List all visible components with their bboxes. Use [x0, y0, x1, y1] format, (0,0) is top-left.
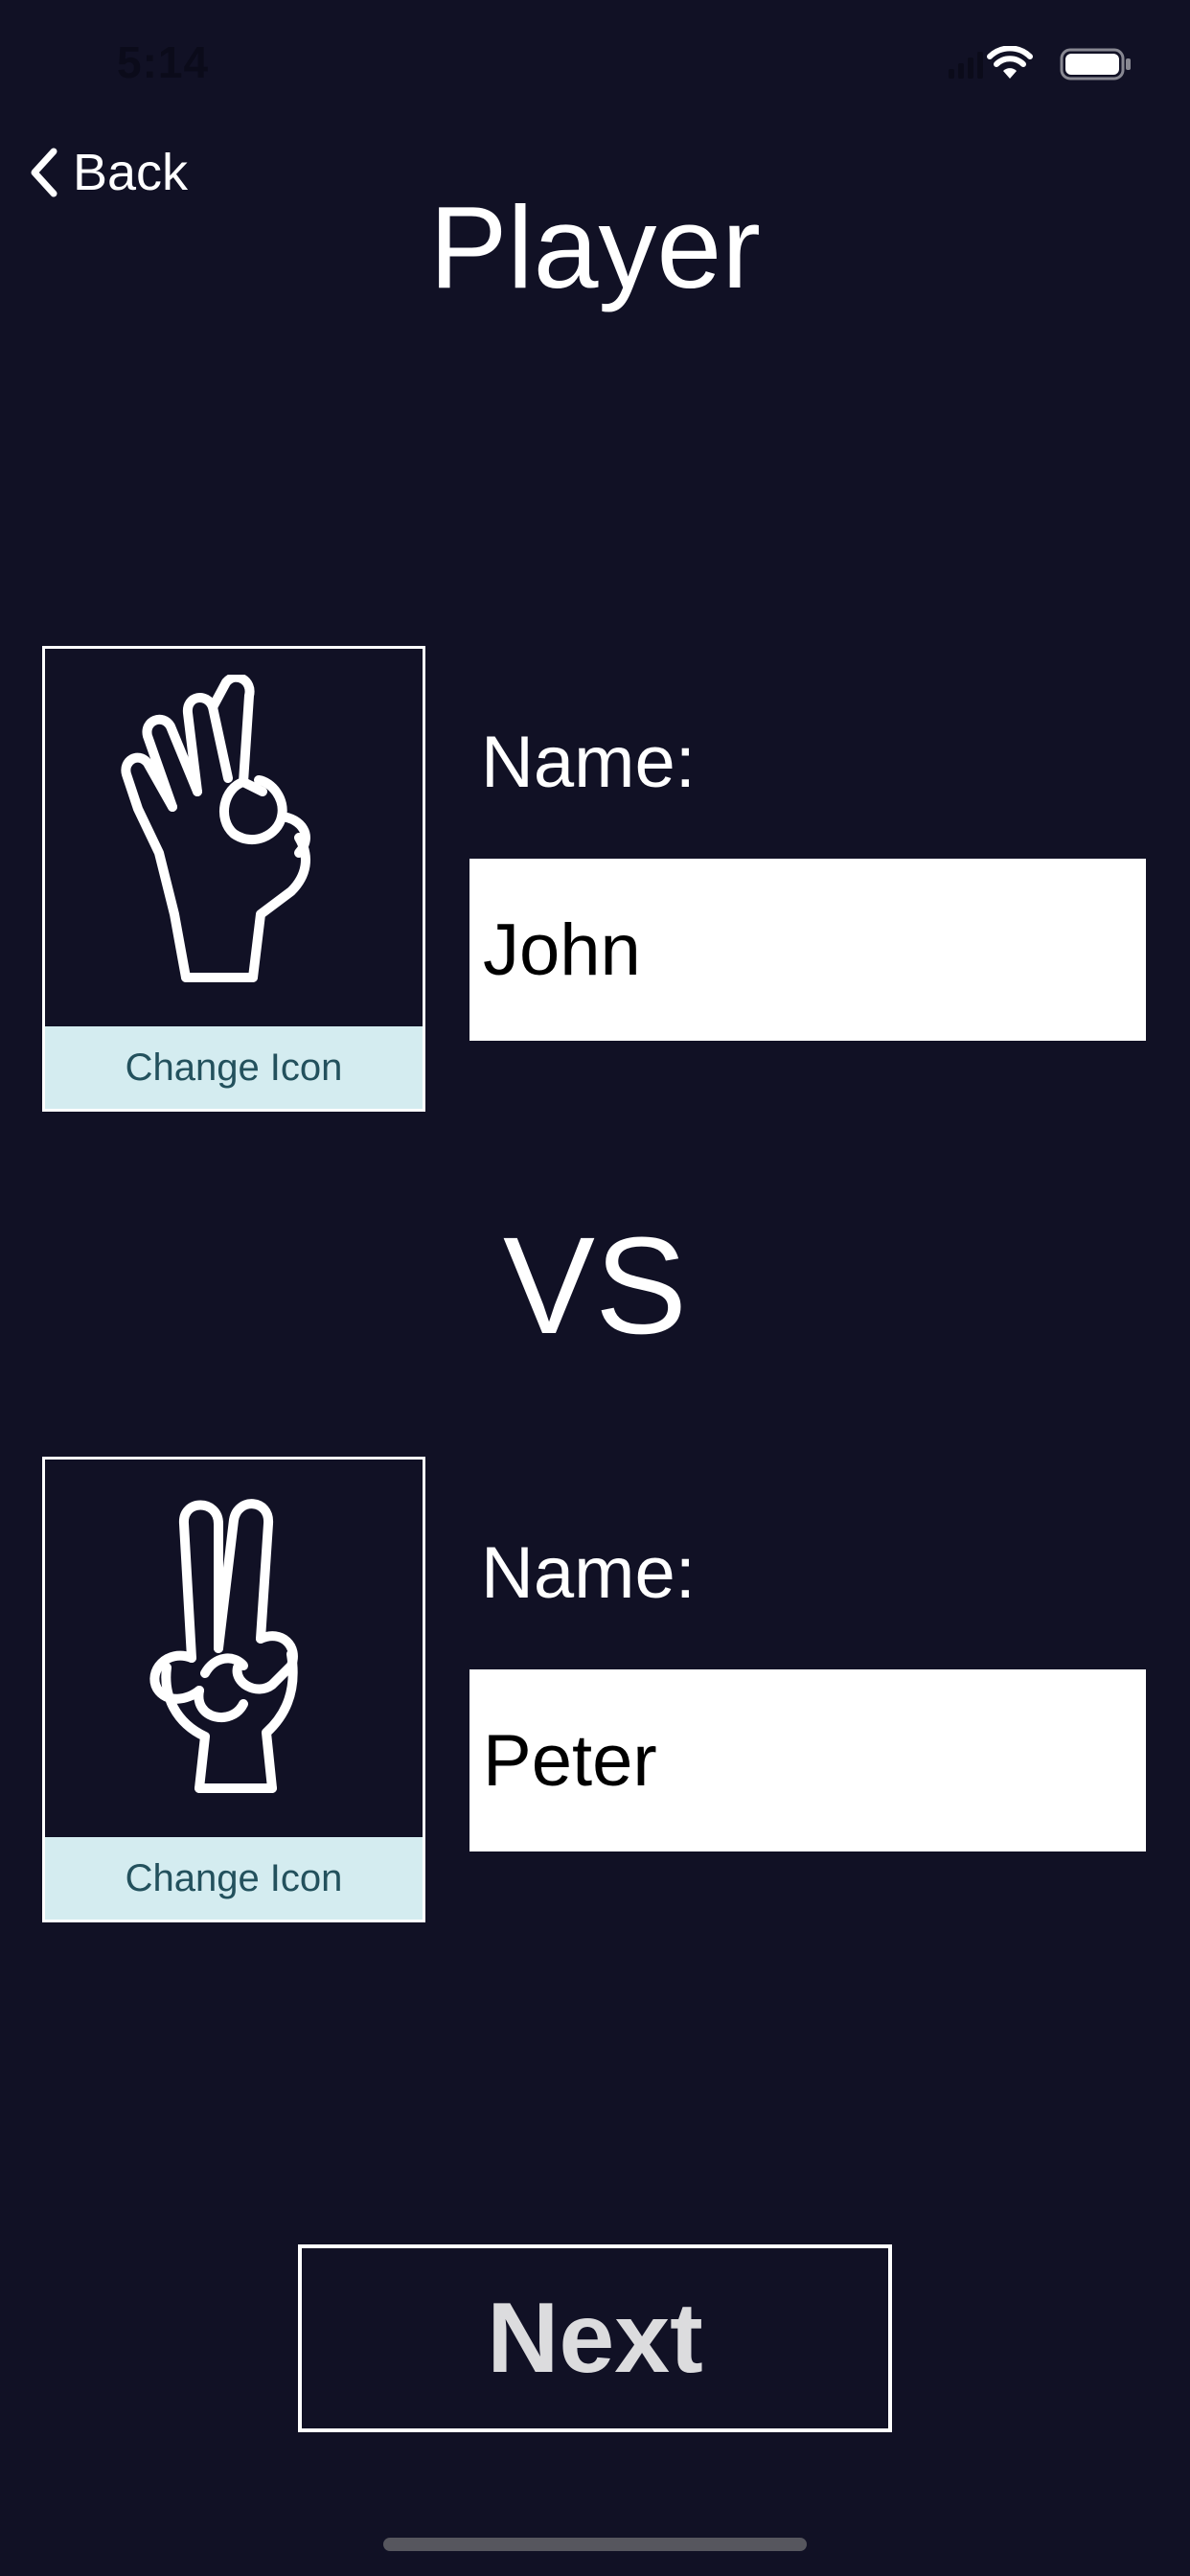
player1-name-field[interactable] [469, 859, 1146, 1041]
player1-icon-area[interactable] [45, 649, 423, 1026]
peace-hand-icon [149, 1499, 298, 1793]
player2-icon-card: Change Icon [42, 1457, 425, 1922]
next-label: Next [487, 2282, 703, 2394]
vs-label: VS [502, 1208, 688, 1363]
player2-icon-area[interactable] [45, 1460, 423, 1837]
home-indicator [383, 2538, 807, 2551]
player1-name-label: Name: [481, 722, 696, 803]
player1-change-icon-button[interactable]: Change Icon [45, 1026, 423, 1109]
wifi-icon [987, 46, 1033, 79]
battery-icon [1060, 48, 1131, 80]
ok-hand-icon [121, 675, 310, 982]
player1-icon-card: Change Icon [42, 646, 425, 1112]
player2-name-label: Name: [481, 1532, 696, 1614]
signal-icon [949, 52, 983, 79]
player2-name-field[interactable] [469, 1669, 1146, 1852]
player2-change-icon-button[interactable]: Change Icon [45, 1837, 423, 1920]
next-button[interactable]: Next [298, 2244, 892, 2432]
page-title: Player [429, 182, 761, 312]
status-time: 5:14 [117, 37, 210, 87]
